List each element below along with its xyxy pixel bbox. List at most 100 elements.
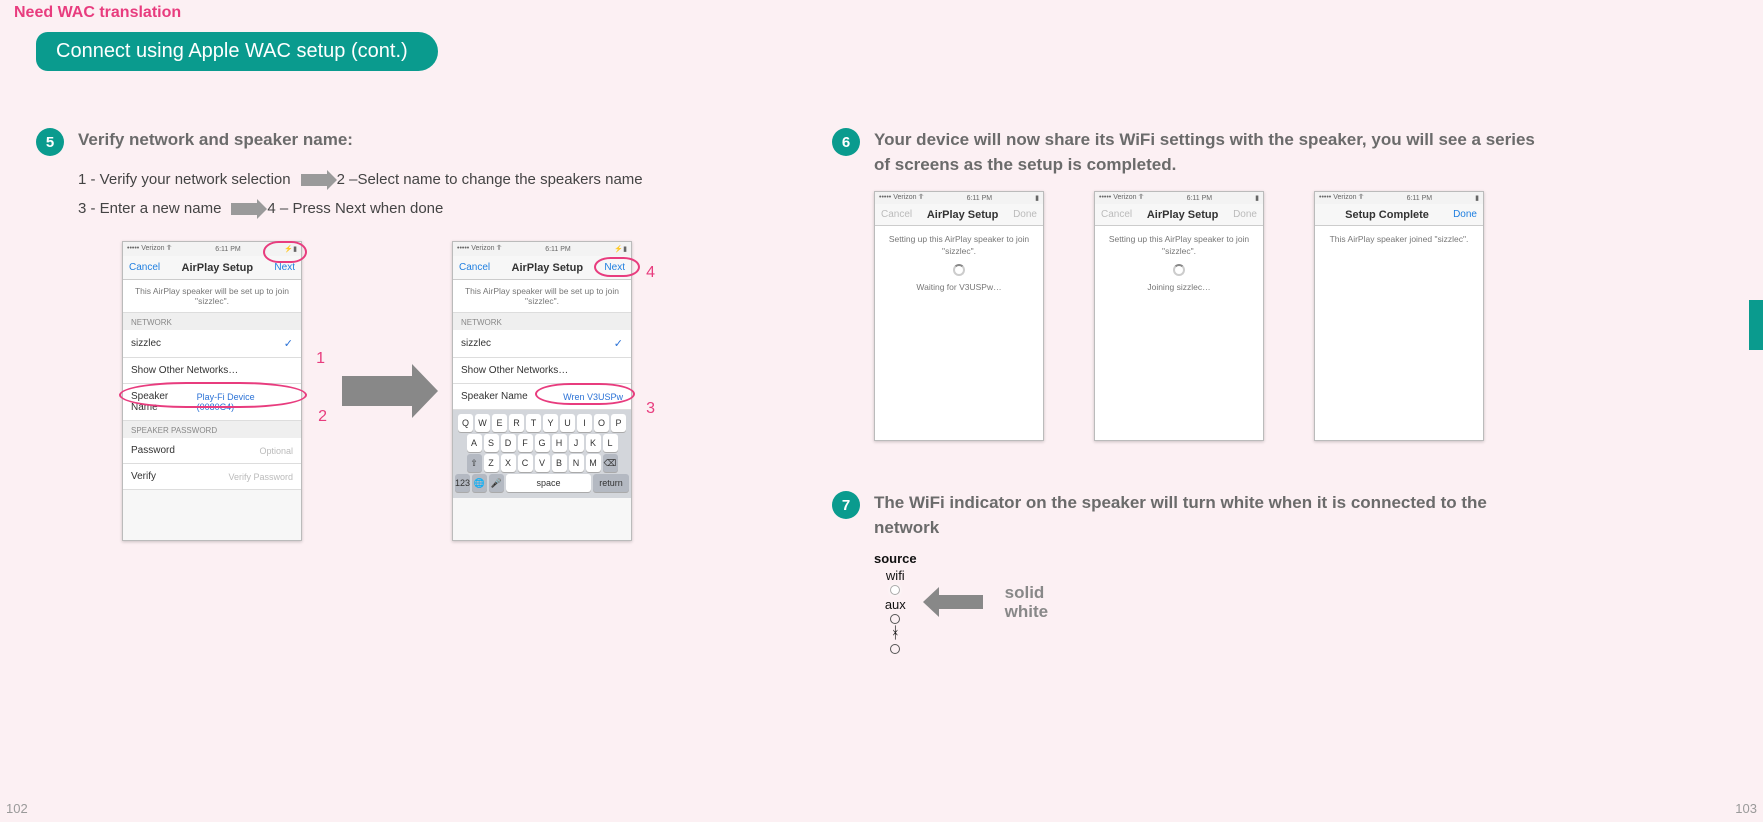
- page-number-left: 102: [6, 801, 28, 816]
- wifi-label: wifi: [886, 568, 905, 583]
- revision-note: Need WAC translation: [14, 4, 181, 22]
- speaker-name-row[interactable]: Speaker Name Wren V3USPw: [453, 384, 631, 410]
- bluetooth-icon: ᚼ: [891, 626, 901, 642]
- speaker-name-value: Wren V3USPw: [563, 392, 623, 402]
- key-x[interactable]: X: [501, 454, 516, 472]
- setup-message: This AirPlay speaker will be set up to j…: [453, 280, 631, 313]
- battery-icon: ▮: [1475, 194, 1479, 202]
- key-return[interactable]: return: [593, 474, 629, 492]
- carrier: ••••• Verizon ⥣: [457, 245, 502, 253]
- page-number-right: 103: [1735, 801, 1757, 816]
- keyboard[interactable]: QWERTYUIOP ASDFGHJKL ⇧ZXCVBNM⌫ 123 🌐 🎤 s…: [453, 410, 631, 498]
- arrow-left-icon: [939, 595, 983, 609]
- done-button: Done: [1013, 209, 1037, 220]
- key-j[interactable]: J: [569, 434, 584, 452]
- cancel-button: Cancel: [881, 209, 912, 220]
- network-row[interactable]: sizzlec ✓: [453, 330, 631, 358]
- key-r[interactable]: R: [509, 414, 524, 432]
- key-o[interactable]: O: [594, 414, 609, 432]
- show-other-networks[interactable]: Show Other Networks…: [453, 358, 631, 384]
- key-h[interactable]: H: [552, 434, 567, 452]
- mini-phone-2: ••••• Verizon ⥣6:11 PM▮ CancelAirPlay Se…: [1094, 191, 1264, 441]
- key-n[interactable]: N: [569, 454, 584, 472]
- mini-phone-1: ••••• Verizon ⥣6:11 PM▮ CancelAirPlay Se…: [874, 191, 1044, 441]
- time: 6:11 PM: [1187, 195, 1213, 202]
- callout-2: 2: [318, 408, 327, 426]
- key-l[interactable]: L: [603, 434, 618, 452]
- step-6: 6 Your device will now share its WiFi se…: [832, 128, 1552, 177]
- speaker-name-value: Play-Fi Device (0080C4): [197, 392, 293, 412]
- key-⌫[interactable]: ⌫: [603, 454, 618, 472]
- next-button-label: Next: [604, 262, 625, 273]
- key-e[interactable]: E: [492, 414, 507, 432]
- nav-title: AirPlay Setup: [182, 262, 254, 274]
- key-y[interactable]: Y: [543, 414, 558, 432]
- cancel-button[interactable]: Cancel: [129, 262, 160, 273]
- status-line: Setting up this AirPlay speaker to join …: [881, 234, 1037, 258]
- network-name: sizzlec: [461, 338, 491, 349]
- key-g[interactable]: G: [535, 434, 550, 452]
- battery-icon: ▮: [1255, 194, 1259, 202]
- step-7: 7 The WiFi indicator on the speaker will…: [832, 491, 1552, 540]
- key-i[interactable]: I: [577, 414, 592, 432]
- key-z[interactable]: Z: [484, 454, 499, 472]
- key-w[interactable]: W: [475, 414, 490, 432]
- key-s[interactable]: S: [484, 434, 499, 452]
- sub-2a: 3 - Enter a new name: [78, 195, 221, 224]
- nav-title: AirPlay Setup: [512, 262, 584, 274]
- status-line: Setting up this AirPlay speaker to join …: [1101, 234, 1257, 258]
- aux-indicator-icon: [890, 614, 900, 624]
- arrow-right-icon: [301, 174, 327, 186]
- show-other-networks[interactable]: Show Other Networks…: [123, 358, 301, 384]
- step-bullet-6: 6: [832, 128, 860, 156]
- key-p[interactable]: P: [611, 414, 626, 432]
- key-b[interactable]: B: [552, 454, 567, 472]
- key-t[interactable]: T: [526, 414, 541, 432]
- time: 6:11 PM: [545, 246, 571, 253]
- phone-mock-row: ••••• Verizon ⥣ 6:11 PM ⚡▮ Cancel AirPla…: [122, 241, 806, 541]
- key-d[interactable]: D: [501, 434, 516, 452]
- verify-placeholder: Verify Password: [228, 472, 293, 482]
- done-button[interactable]: Done: [1453, 209, 1477, 220]
- check-icon: ✓: [614, 337, 623, 350]
- key-u[interactable]: U: [560, 414, 575, 432]
- next-button[interactable]: Next: [604, 262, 625, 273]
- key-q[interactable]: Q: [458, 414, 473, 432]
- speaker-name-row[interactable]: Speaker Name Play-Fi Device (0080C4): [123, 384, 301, 421]
- phone-mock-b: ••••• Verizon ⥣ 6:11 PM ⚡▮ Cancel AirPla…: [452, 241, 632, 541]
- key-123[interactable]: 123: [455, 474, 470, 492]
- key-k[interactable]: K: [586, 434, 601, 452]
- nav-bar: Cancel AirPlay Setup Next: [453, 256, 631, 280]
- key-globe[interactable]: 🌐: [472, 474, 487, 492]
- next-button[interactable]: Next: [274, 262, 295, 273]
- key-c[interactable]: C: [518, 454, 533, 472]
- cancel-button[interactable]: Cancel: [459, 262, 490, 273]
- key-v[interactable]: V: [535, 454, 550, 472]
- check-icon: ✓: [284, 337, 293, 350]
- speaker-name-label: Speaker Name: [131, 391, 197, 413]
- network-row[interactable]: sizzlec ✓: [123, 330, 301, 358]
- network-name: sizzlec: [131, 338, 161, 349]
- key-mic[interactable]: 🎤: [489, 474, 504, 492]
- nav-title: Setup Complete: [1345, 209, 1429, 221]
- status-line-2: Waiting for V3USPw…: [881, 282, 1037, 294]
- step-7-title: The WiFi indicator on the speaker will t…: [874, 491, 1552, 540]
- key-space[interactable]: space: [506, 474, 591, 492]
- speaker-name-label: Speaker Name: [461, 391, 528, 402]
- carrier: ••••• Verizon ⥣: [879, 194, 924, 202]
- key-a[interactable]: A: [467, 434, 482, 452]
- side-tab: [1749, 300, 1763, 350]
- key-⇧[interactable]: ⇧: [467, 454, 482, 472]
- verify-row[interactable]: Verify Verify Password: [123, 464, 301, 490]
- time: 6:11 PM: [215, 246, 241, 253]
- carrier: ••••• Verizon ⥣: [1099, 194, 1144, 202]
- key-f[interactable]: F: [518, 434, 533, 452]
- step-6-title: Your device will now share its WiFi sett…: [874, 128, 1552, 177]
- status-bar: ••••• Verizon ⥣ 6:11 PM ⚡▮: [453, 242, 631, 256]
- mini-phone-3: ••••• Verizon ⥣6:11 PM▮ Setup CompleteDo…: [1314, 191, 1484, 441]
- battery-icon: ⚡▮: [284, 245, 297, 253]
- key-m[interactable]: M: [586, 454, 601, 472]
- password-row[interactable]: Password Optional: [123, 438, 301, 464]
- source-indicator-block: source wifi aux ᚼ solid white: [874, 551, 1552, 654]
- battery-icon: ▮: [1035, 194, 1039, 202]
